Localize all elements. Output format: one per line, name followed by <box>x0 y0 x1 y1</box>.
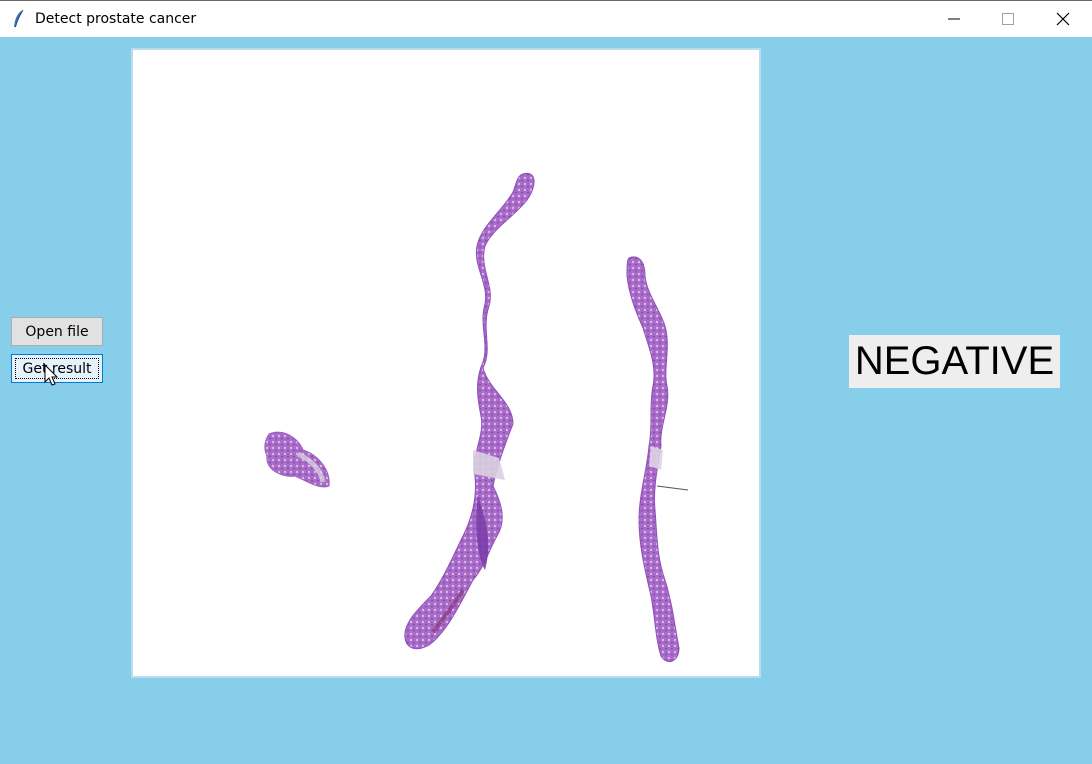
open-file-label: Open file <box>25 323 89 340</box>
window-title: Detect prostate cancer <box>35 11 197 27</box>
result-label: NEGATIVE <box>849 335 1060 388</box>
feather-icon <box>11 9 27 29</box>
tissue-core-center <box>404 172 535 650</box>
tissue-fragment <box>264 431 330 488</box>
minimize-button[interactable] <box>927 1 981 37</box>
maximize-button[interactable] <box>981 1 1035 37</box>
result-text: NEGATIVE <box>854 339 1055 383</box>
tissue-slide-graphic <box>264 172 689 663</box>
maximize-icon <box>1002 13 1014 25</box>
open-file-button[interactable]: Open file <box>11 317 103 346</box>
title-bar: Detect prostate cancer <box>0 0 1092 37</box>
close-icon <box>1056 12 1070 26</box>
close-button[interactable] <box>1036 1 1090 37</box>
minimize-icon <box>948 18 960 20</box>
slide-image <box>131 48 761 678</box>
mouse-cursor-icon <box>44 364 59 386</box>
